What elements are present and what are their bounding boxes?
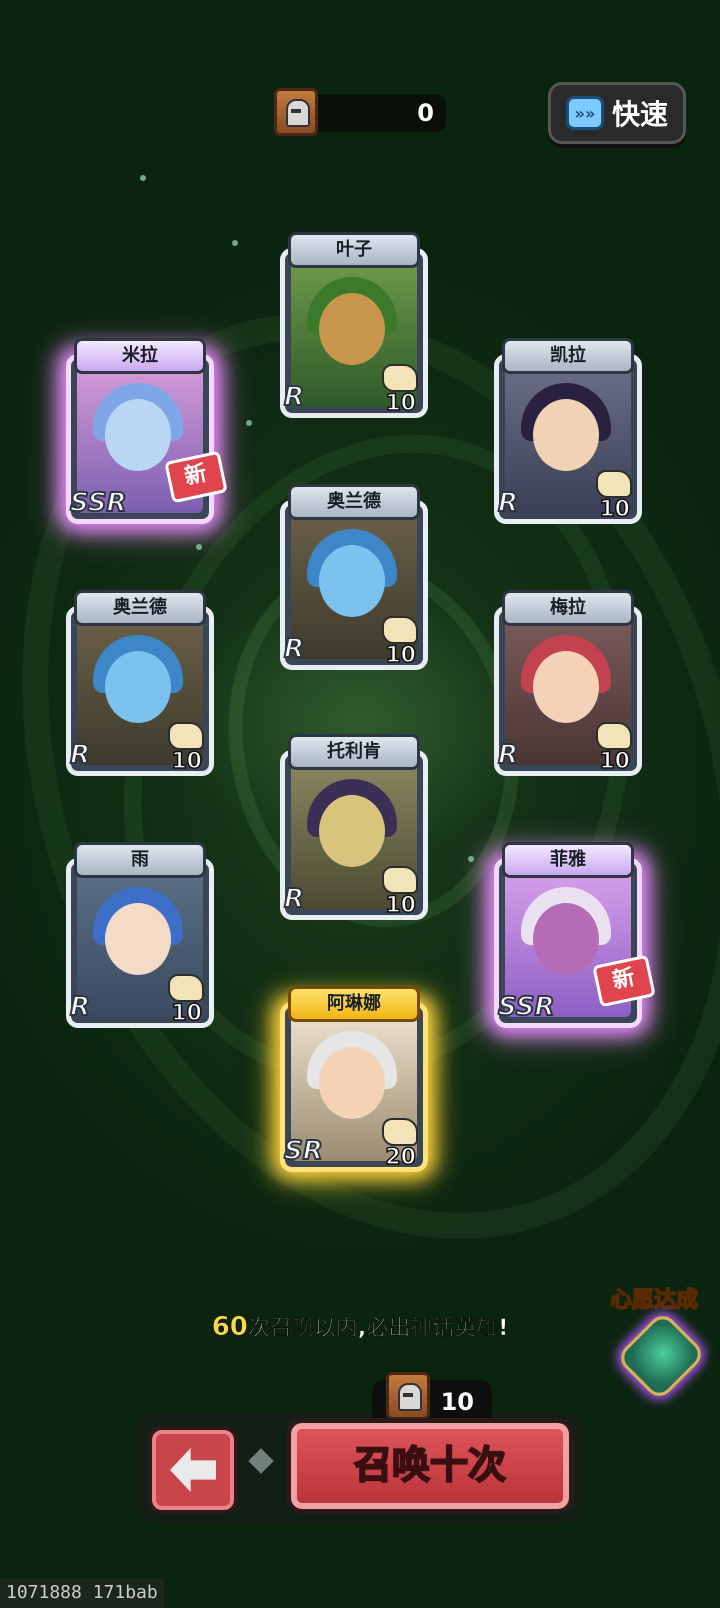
rarity-badge: SR — [283, 1135, 324, 1167]
hero-name: 凯拉 — [502, 338, 634, 374]
fragment-count: 10 — [385, 642, 417, 669]
hero-name: 菲雅 — [502, 842, 634, 878]
hero-card[interactable]: 托利肯 R 10 — [280, 734, 428, 920]
hero-card[interactable]: 奥兰德 R 10 — [66, 590, 214, 776]
fragment-count: 10 — [385, 892, 417, 919]
sparkle — [468, 856, 474, 862]
fast-forward-button[interactable]: »» 快速 — [548, 82, 686, 144]
rarity-badge: R — [497, 487, 519, 519]
hero-card[interactable]: 雨 R 10 — [66, 842, 214, 1028]
summon-ticket-icon — [386, 1372, 430, 1420]
hero-name: 奥兰德 — [74, 590, 206, 626]
hero-name: 托利肯 — [288, 734, 420, 770]
hero-card[interactable]: 菲雅 SSR 新 — [494, 842, 656, 1028]
summon-ticket-counter: 0 — [274, 88, 446, 136]
rarity-badge: R — [283, 633, 305, 665]
hero-name: 梅拉 — [502, 590, 634, 626]
hero-fragment-icon — [596, 470, 632, 498]
wish-title: 心愿达成 — [609, 1287, 699, 1314]
hero-card[interactable]: 叶子 R 10 — [280, 232, 428, 418]
pity-count: 60 — [211, 1312, 248, 1343]
sparkle — [140, 175, 146, 181]
wish-hero-emblem-icon — [615, 1310, 707, 1402]
rarity-badge: R — [497, 739, 519, 771]
fragment-count: 10 — [171, 748, 203, 775]
fast-forward-icon: »» — [565, 96, 604, 130]
hero-card[interactable]: 阿琳娜 SR 20 — [280, 986, 428, 1172]
summon-ten-button[interactable]: 召唤十次 — [286, 1418, 574, 1514]
fragment-count: 10 — [385, 390, 417, 417]
hero-name: 奥兰德 — [288, 484, 420, 520]
fragment-count: 10 — [171, 1000, 203, 1027]
hero-fragment-icon — [168, 974, 204, 1002]
hero-name: 米拉 — [74, 338, 206, 374]
fragment-count: 20 — [385, 1144, 417, 1171]
sparkle — [246, 420, 252, 426]
hero-fragment-icon — [382, 866, 418, 894]
hero-name: 阿琳娜 — [288, 986, 420, 1022]
hero-card[interactable]: 梅拉 R 10 — [494, 590, 642, 776]
rarity-badge: SSR — [69, 487, 128, 519]
rarity-badge: R — [69, 739, 91, 771]
hero-fragment-icon — [168, 722, 204, 750]
wish-fulfilled-button[interactable]: 心愿达成 — [600, 1282, 710, 1402]
back-button[interactable] — [148, 1426, 238, 1514]
rarity-badge: R — [69, 991, 91, 1023]
back-arrow-icon — [170, 1448, 216, 1492]
summon-ticket-icon — [274, 88, 318, 136]
fragment-count: 10 — [599, 748, 631, 775]
hero-name: 叶子 — [288, 232, 420, 268]
hero-fragment-icon — [382, 1118, 418, 1146]
hero-fragment-icon — [596, 722, 632, 750]
build-watermark: 1071888 171bab — [0, 1578, 164, 1608]
ticket-count: 0 — [417, 99, 434, 127]
rarity-badge: SSR — [497, 991, 556, 1023]
summon-cost-value: 10 — [440, 1388, 474, 1416]
fragment-count: 10 — [599, 496, 631, 523]
hero-card[interactable]: 米拉 SSR 新 — [66, 338, 228, 524]
rarity-badge: R — [283, 883, 305, 915]
pity-description: 次召唤以内,必出神话英雄! — [247, 1316, 509, 1342]
hero-fragment-icon — [382, 364, 418, 392]
hero-card[interactable]: 凯拉 R 10 — [494, 338, 642, 524]
hero-name: 雨 — [74, 842, 206, 878]
hero-fragment-icon — [382, 616, 418, 644]
fast-forward-label: 快速 — [611, 98, 668, 131]
sparkle — [196, 544, 202, 550]
rarity-badge: R — [283, 381, 305, 413]
hero-card[interactable]: 奥兰德 R 10 — [280, 484, 428, 670]
sparkle — [232, 240, 238, 246]
